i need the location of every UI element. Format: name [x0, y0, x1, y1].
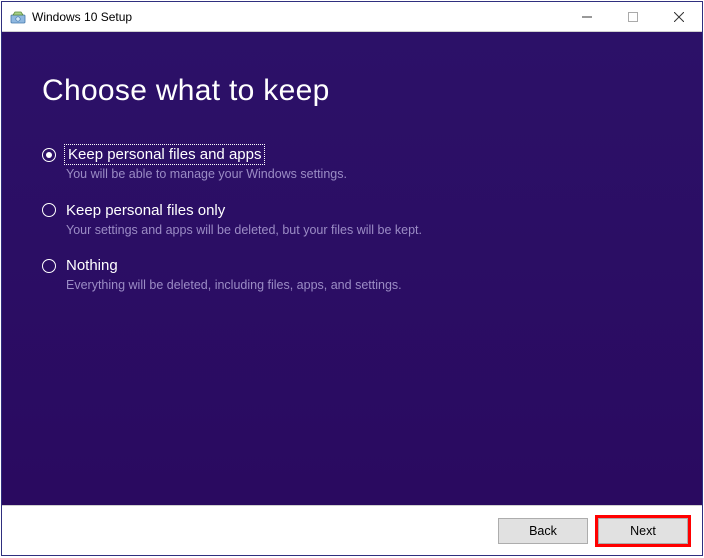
page-heading: Choose what to keep	[42, 74, 662, 108]
content-area: Choose what to keep Keep personal files …	[2, 32, 702, 505]
option-keep-files-apps[interactable]: Keep personal files and apps You will be…	[42, 146, 662, 184]
option-nothing[interactable]: Nothing Everything will be deleted, incl…	[42, 257, 662, 295]
radio-icon	[42, 203, 56, 217]
next-button[interactable]: Next	[598, 518, 688, 544]
radio-icon	[42, 148, 56, 162]
maximize-button[interactable]	[610, 2, 656, 31]
option-description: You will be able to manage your Windows …	[66, 166, 662, 184]
app-icon	[10, 9, 26, 25]
setup-window: Windows 10 Setup Choose what to keep Kee…	[1, 1, 703, 556]
radio-icon	[42, 259, 56, 273]
close-button[interactable]	[656, 2, 702, 31]
minimize-button[interactable]	[564, 2, 610, 31]
option-label: Nothing	[66, 257, 118, 274]
back-button[interactable]: Back	[498, 518, 588, 544]
option-description: Everything will be deleted, including fi…	[66, 277, 662, 295]
option-description: Your settings and apps will be deleted, …	[66, 222, 662, 240]
titlebar: Windows 10 Setup	[2, 2, 702, 32]
options-group: Keep personal files and apps You will be…	[42, 146, 662, 295]
option-label: Keep personal files and apps	[66, 146, 263, 163]
option-keep-files-only[interactable]: Keep personal files only Your settings a…	[42, 202, 662, 240]
option-label: Keep personal files only	[66, 202, 225, 219]
footer: Back Next	[2, 505, 702, 555]
window-title: Windows 10 Setup	[32, 10, 564, 24]
window-controls	[564, 2, 702, 31]
